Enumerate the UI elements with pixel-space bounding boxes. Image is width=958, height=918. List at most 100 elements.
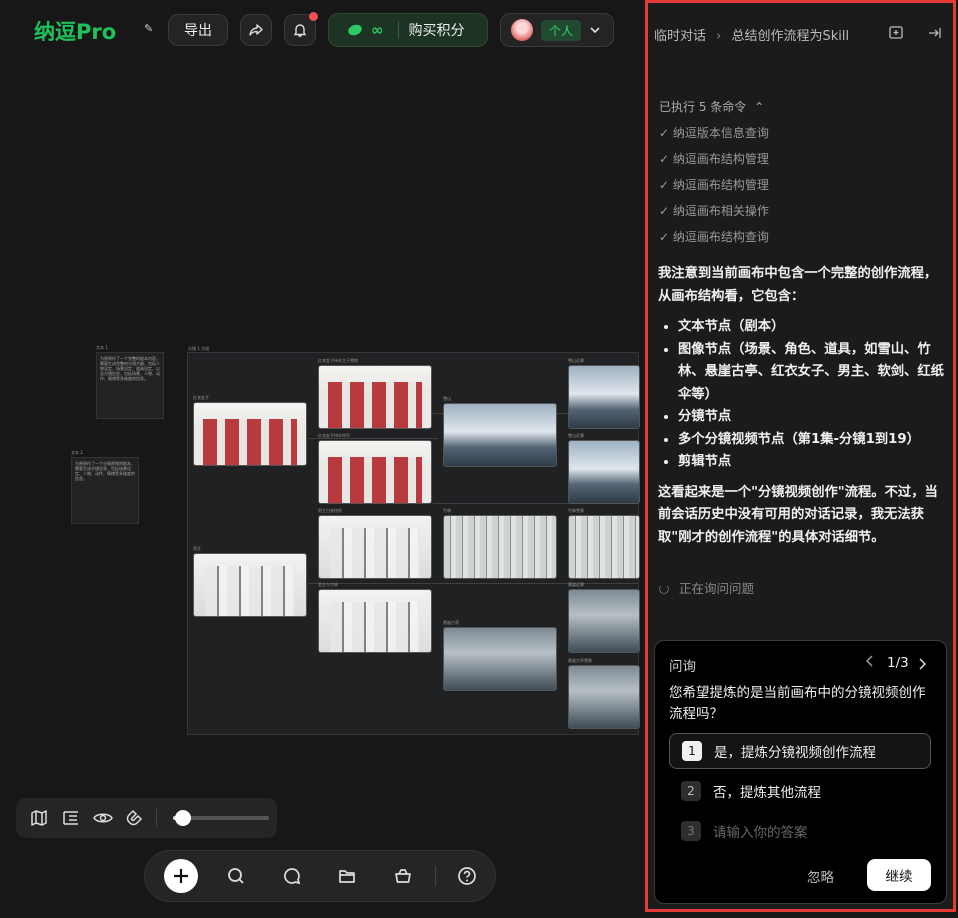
command-label: 纳逗画布结构管理: [672, 178, 769, 192]
option-number: 3: [681, 821, 701, 841]
command-label: 纳逗画布结构查询: [672, 230, 769, 244]
status-line: 正在询问问题: [659, 578, 754, 597]
chat-bubble-icon: [283, 868, 300, 885]
breadcrumb-separator: ›: [716, 29, 722, 44]
prev-question-button[interactable]: [865, 655, 875, 671]
divider: [156, 809, 157, 827]
image-node[interactable]: [568, 365, 640, 429]
status-text: 正在询问问题: [678, 581, 754, 596]
image-label: 雪山远景: [568, 358, 584, 363]
custom-answer-placeholder: 请输入你的答案: [713, 825, 808, 841]
search-button[interactable]: [209, 856, 265, 896]
bottom-dock: [144, 850, 496, 902]
image-node[interactable]: [568, 589, 640, 653]
answer-option-2[interactable]: 2 否，提炼其他流程: [669, 773, 931, 809]
divider: [397, 21, 399, 39]
message-conclusion: 这看起来是一个"分镜视频创作"流程。不过，当前会话历史中没有可用的对话记录，我无…: [658, 484, 938, 545]
share-icon: [249, 24, 263, 36]
breadcrumb-root[interactable]: 临时对话: [654, 29, 706, 44]
custom-answer-input[interactable]: 3 请输入你的答案: [669, 813, 931, 849]
executed-label: 已执行 5 条命令: [659, 100, 747, 114]
help-icon: [458, 867, 477, 885]
question-text: 您希望提炼的是当前画布中的分镜视频创作流程吗？: [669, 685, 926, 722]
option-label: 否，提炼其他流程: [713, 785, 821, 801]
search-icon: [228, 868, 244, 884]
note-node-2[interactable]: 文本 2 为原则作了一个分镜视频的剧本，需要生成分镜信息，包括场景设定、人物、动…: [71, 450, 139, 524]
option-number: 2: [681, 781, 701, 801]
edit-title-icon[interactable]: ✎: [144, 22, 153, 35]
collapse-panel-button[interactable]: [926, 25, 942, 45]
plus-icon: [173, 869, 188, 883]
image-node[interactable]: [318, 589, 432, 653]
breadcrumb: 临时对话 › 总结创作流程为Skill: [654, 25, 849, 44]
avatar: [511, 19, 533, 41]
add-node-button[interactable]: [153, 856, 209, 896]
list-item: 图像节点（场景、角色、道具，如雪山、竹林、悬崖古亭、红衣女子、男主、软剑、红纸伞…: [678, 339, 950, 407]
image-node[interactable]: [318, 440, 432, 504]
image-node[interactable]: [318, 365, 432, 429]
chat-button[interactable]: [264, 856, 320, 896]
next-question-button[interactable]: [917, 655, 927, 674]
command-label: 纳逗画布结构管理: [672, 152, 769, 166]
help-button[interactable]: [439, 856, 495, 896]
image-node[interactable]: [568, 440, 640, 504]
account-type-badge: 个人: [541, 19, 582, 41]
image-label: 竹林雪景: [568, 508, 584, 513]
zoom-slider[interactable]: [173, 810, 269, 826]
zoom-knob[interactable]: [175, 810, 191, 826]
collapse-icon: [929, 28, 941, 38]
loading-icon: [659, 584, 669, 594]
assistant-message: 我注意到当前画布中包含一个完整的创作流程，从画布结构看，它包含： 文本节点（剧本…: [658, 263, 950, 549]
magnet-icon[interactable]: [124, 807, 146, 829]
answer-option-1[interactable]: 1 是，提炼分镜视频创作流程: [669, 733, 931, 769]
continue-button[interactable]: 继续: [867, 859, 931, 891]
map-icon[interactable]: [28, 807, 50, 829]
app-logo: 纳逗Pro: [34, 20, 117, 44]
bean-icon: [348, 24, 362, 36]
note-node-1[interactable]: 文本 1 为原则作了一个完整的剧本内容，需要生成完整的分镜大纲，包括人物设定、场…: [96, 345, 164, 419]
executed-commands-toggle[interactable]: 已执行 5 条命令 ⌃: [659, 98, 764, 115]
image-node[interactable]: [443, 627, 557, 691]
layout-icon[interactable]: [60, 807, 82, 829]
ignore-button[interactable]: 忽略: [807, 866, 834, 886]
export-button[interactable]: 导出: [168, 14, 228, 46]
storyboard-group[interactable]: 分镜 1 分组 红衣女子 男主 红衣女子持伞立于雪地 红衣女子持伞特写 男主白衣…: [187, 346, 640, 735]
points-balance: ∞: [371, 21, 384, 39]
check-icon: ✓: [659, 204, 673, 218]
account-menu[interactable]: 个人: [500, 13, 614, 47]
notifications-button[interactable]: [284, 12, 318, 46]
group-title: 分镜 1 分组: [188, 346, 210, 351]
image-node[interactable]: [443, 403, 557, 467]
image-label: 男主白衣持剑: [318, 508, 342, 513]
image-node[interactable]: [318, 515, 432, 579]
image-node[interactable]: [193, 402, 307, 466]
note-body: 为原则作了一个完整的剧本内容，需要生成完整的分镜大纲，包括人物设定、场景设定、道…: [96, 352, 164, 419]
share-button[interactable]: [240, 14, 272, 46]
image-label: 男主与竹林: [318, 582, 338, 587]
image-node[interactable]: [568, 515, 640, 579]
list-item: 剪辑节点: [678, 451, 950, 474]
assets-button[interactable]: [375, 856, 431, 896]
connector: [433, 583, 638, 584]
eye-icon[interactable]: [92, 807, 114, 829]
check-icon: ✓: [659, 230, 673, 244]
question-card: 问询 1/3 您希望提炼的是当前画布中的分镜视频创作流程吗？ 1 是，提炼分镜视…: [654, 640, 947, 904]
image-node[interactable]: [443, 515, 557, 579]
image-node[interactable]: [568, 665, 640, 729]
option-label: 是，提炼分镜视频创作流程: [714, 745, 876, 761]
chevron-right-icon: [919, 658, 927, 670]
image-label: 悬崖古亭雪景: [568, 658, 592, 663]
new-chat-button[interactable]: [888, 25, 904, 45]
view-toolbar: [16, 798, 277, 838]
note-title: 文本 2: [71, 450, 83, 455]
chevron-up-icon: ⌃: [754, 100, 765, 114]
image-node[interactable]: [193, 553, 307, 617]
assistant-panel: 临时对话 › 总结创作流程为Skill 已执行 5 条命令 ⌃ ✓ 纳逗版本信息…: [645, 0, 956, 912]
check-icon: ✓: [659, 178, 673, 192]
chevron-left-icon: [865, 655, 873, 667]
files-button[interactable]: [320, 856, 376, 896]
note-body: 为原则作了一个分镜视频的剧本，需要生成分镜信息，包括场景设定、人物、动作，情绪等…: [71, 457, 139, 524]
points-panel[interactable]: ∞ 购买积分: [328, 13, 488, 47]
notification-dot: [309, 12, 318, 21]
buy-points-button[interactable]: 购买积分: [409, 20, 465, 40]
